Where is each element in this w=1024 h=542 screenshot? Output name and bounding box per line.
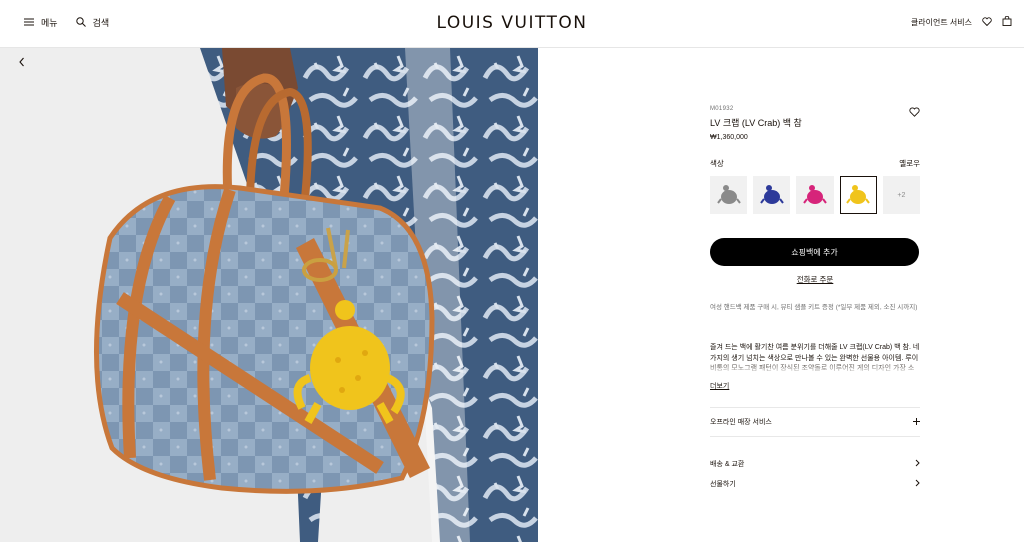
color-label: 색상 — [710, 159, 724, 168]
wishlist-icon[interactable] — [982, 16, 992, 28]
chevron-right-icon — [915, 459, 920, 469]
blue-crab-swatch[interactable] — [753, 176, 791, 214]
product-sku: M01932 — [710, 106, 734, 112]
brand-logo[interactable]: LOUIS VUITTON — [0, 13, 1024, 33]
crab-charm-icon — [716, 185, 741, 204]
read-more-link[interactable]: 더보기 — [710, 381, 729, 391]
product-panel: M01932 LV 크랩 (LV Crab) 백 참 ₩1,360,000 색상… — [710, 100, 921, 491]
chevron-left-icon — [18, 54, 26, 71]
selected-color-name: 옐로우 — [899, 159, 920, 168]
bag-icon[interactable] — [1002, 15, 1012, 28]
color-header: 색상 옐로우 — [710, 158, 920, 169]
pink-crab-swatch[interactable] — [796, 176, 834, 214]
add-to-bag-button[interactable]: 쇼핑백에 추가 — [710, 238, 919, 266]
gift-label: 선물하기 — [710, 481, 736, 488]
crab-charm-icon — [846, 185, 871, 204]
product-price: ₩1,360,000 — [710, 134, 748, 141]
wishlist-button[interactable] — [909, 104, 920, 122]
store-service-row[interactable]: 오프라인 매장 서비스 — [710, 407, 920, 437]
site-header: 메뉴 검색 LOUIS VUITTON 클라이언트 서비스 — [0, 0, 1024, 48]
more-colors-count: +2 — [897, 191, 906, 199]
product-image — [0, 48, 538, 542]
product-description: 즐겨 드는 백에 활기찬 여름 분위기를 더해줄 LV 크랩(LV Crab) … — [710, 343, 920, 375]
back-button[interactable] — [18, 54, 26, 72]
client-service-link[interactable]: 클라이언트 서비스 — [911, 17, 972, 28]
yellow-crab-swatch[interactable] — [839, 176, 877, 214]
chevron-right-icon — [915, 479, 920, 489]
heart-icon — [909, 104, 920, 121]
plus-icon — [913, 417, 920, 427]
shipping-label: 배송 & 교환 — [710, 461, 745, 468]
phone-order-link[interactable]: 전화로 주문 — [710, 274, 920, 285]
shipping-row[interactable]: 배송 & 교환 — [710, 457, 920, 471]
gray-crab-swatch[interactable] — [710, 176, 748, 214]
crab-charm-icon — [759, 185, 784, 204]
color-swatches: +2 — [710, 176, 921, 214]
more-colors-button[interactable]: +2 — [882, 176, 921, 214]
gift-row[interactable]: 선물하기 — [710, 477, 920, 491]
product-title: LV 크랩 (LV Crab) 백 참 — [710, 118, 802, 128]
promo-text: 여성 핸드백 제품 구매 시, 뷰티 샘플 키트 증정 (*일부 제품 제외, … — [710, 304, 918, 311]
crab-charm-icon — [803, 185, 827, 204]
header-right: 클라이언트 서비스 — [911, 15, 1012, 28]
store-service-label: 오프라인 매장 서비스 — [710, 419, 772, 426]
